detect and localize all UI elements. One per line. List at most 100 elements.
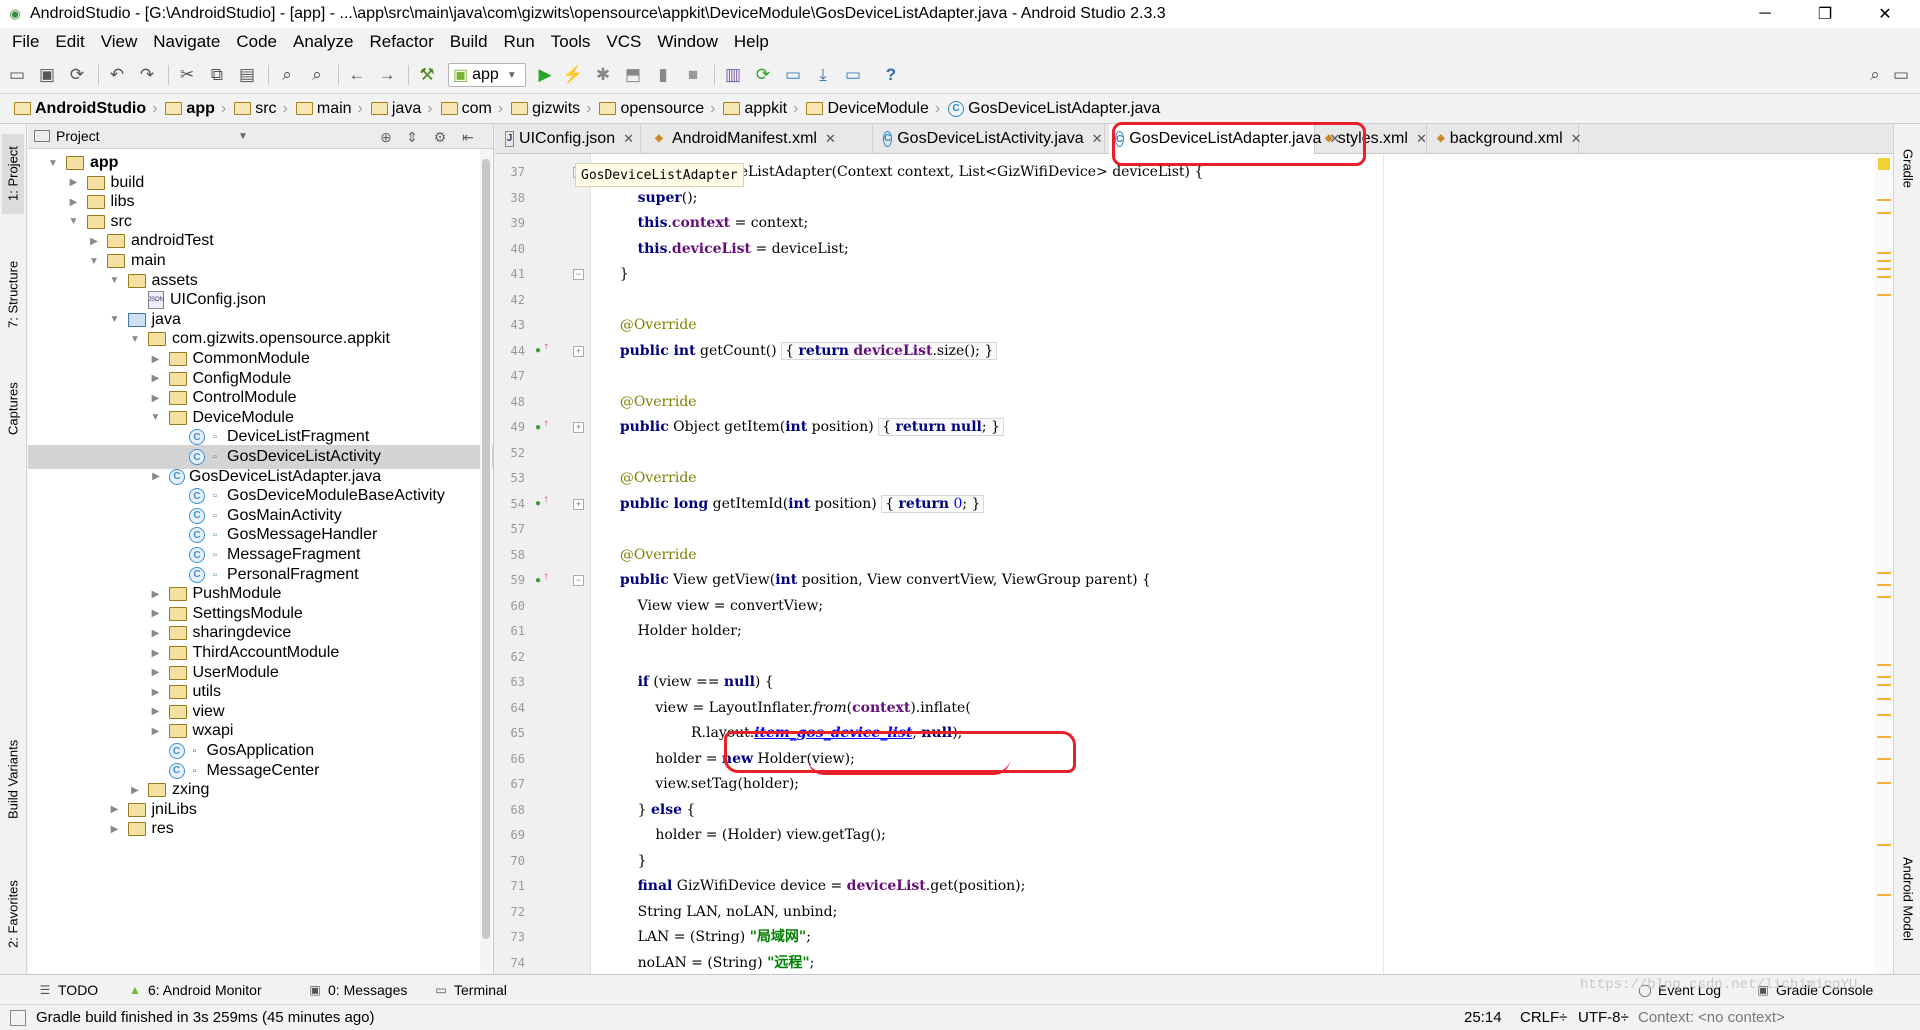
close-tab-icon[interactable]: ✕ <box>1092 131 1103 147</box>
menu-refactor[interactable]: Refactor <box>361 32 441 52</box>
code-line[interactable]: } else { <box>602 798 696 823</box>
code-line[interactable]: String LAN, noLAN, unbind; <box>602 900 838 925</box>
chevron-down-icon[interactable]: ▼ <box>238 131 248 142</box>
warning-marker[interactable] <box>1877 782 1891 784</box>
collapsed-arrow-icon[interactable]: ▶ <box>149 626 163 640</box>
paste-icon[interactable]: ▤ <box>236 64 258 86</box>
code-line[interactable]: @Override <box>602 543 697 568</box>
menu-tools[interactable]: Tools <box>543 32 599 52</box>
close-tab-icon[interactable]: ✕ <box>623 131 634 147</box>
collapsed-arrow-icon[interactable]: ▶ <box>149 685 163 699</box>
warning-marker[interactable] <box>1877 199 1891 201</box>
expanded-arrow-icon[interactable]: ▼ <box>87 254 101 268</box>
code-line[interactable]: super(); <box>602 186 698 211</box>
code-line[interactable]: this.deviceList = deviceList; <box>602 237 849 262</box>
collapsed-arrow-icon[interactable]: ▶ <box>149 587 163 601</box>
editor-tab[interactable]: ◈ background.xml ✕ <box>1431 124 1582 153</box>
gradle-sync-icon[interactable]: ⟳ <box>752 64 774 86</box>
code-line[interactable]: holder = (Holder) view.getTag(); <box>602 823 885 848</box>
fold-marker-icon[interactable]: − <box>573 269 584 280</box>
collapsed-arrow-icon[interactable]: ▶ <box>128 783 142 797</box>
tool-tab-gradle[interactable]: Gradle <box>1897 134 1919 204</box>
collapse-all-icon[interactable]: ⇕ <box>402 127 422 147</box>
sdk-manager-icon[interactable]: ⤓ <box>812 64 834 86</box>
warning-marker[interactable] <box>1877 684 1891 686</box>
help-icon[interactable]: ? <box>880 64 902 86</box>
warning-marker[interactable] <box>1877 758 1891 760</box>
avd-manager-icon[interactable]: ▭ <box>782 64 804 86</box>
code-line[interactable]: public View getView(int position, View c… <box>602 568 1151 593</box>
warning-marker[interactable] <box>1877 268 1891 270</box>
editor-tab[interactable]: ◈ AndroidManifest.xml ✕ <box>645 124 873 153</box>
tool-tab-android-model[interactable]: Android Model <box>1897 834 1919 964</box>
tool-tab-build-variants[interactable]: Build Variants <box>2 724 24 834</box>
menu-run[interactable]: Run <box>496 32 543 52</box>
warning-marker[interactable] <box>1877 596 1891 598</box>
minimize-button[interactable]: ─ <box>1742 0 1788 28</box>
breadcrumb-item[interactable]: java › <box>365 94 435 124</box>
warning-marker[interactable] <box>1877 698 1891 700</box>
close-tab-icon[interactable]: ✕ <box>1416 131 1427 147</box>
run-icon[interactable]: ▶ <box>534 64 556 86</box>
attach-debugger-icon[interactable]: ⬒ <box>622 64 644 86</box>
menu-help[interactable]: Help <box>726 32 777 52</box>
editor-tab[interactable]: C GosDeviceListActivity.java ✕ <box>877 124 1105 153</box>
scroll-from-source-icon[interactable]: ⊕ <box>376 127 396 147</box>
code-line[interactable]: if (view == null) { <box>602 670 774 695</box>
collapsed-arrow-icon[interactable]: ▶ <box>67 195 81 209</box>
warning-marker[interactable] <box>1877 260 1891 262</box>
code-line[interactable]: public int getCount() { return deviceLis… <box>602 339 998 364</box>
code-line[interactable]: } <box>602 262 629 287</box>
maximize-button[interactable]: ❐ <box>1802 0 1848 28</box>
breadcrumb-item[interactable]: main › <box>290 94 365 124</box>
code-line[interactable]: } <box>602 849 647 874</box>
menu-analyze[interactable]: Analyze <box>285 32 361 52</box>
code-editor[interactable]: 37−38394041−424344●↑+474849●↑+525354●↑+5… <box>495 154 1893 974</box>
scrollbar-thumb[interactable] <box>482 159 490 939</box>
code-line[interactable]: Holder holder; <box>602 619 742 644</box>
collapsed-arrow-icon[interactable]: ▶ <box>149 470 163 484</box>
warning-marker[interactable] <box>1877 584 1891 586</box>
collapsed-arrow-icon[interactable]: ▶ <box>149 646 163 660</box>
expanded-arrow-icon[interactable]: ▼ <box>67 215 81 229</box>
redo-icon[interactable]: ↷ <box>136 64 158 86</box>
breadcrumb-item[interactable]: DeviceModule › <box>800 94 942 124</box>
replace-icon[interactable]: ⌕ <box>306 64 328 86</box>
warning-marker[interactable] <box>1877 294 1891 296</box>
code-line[interactable]: @Override <box>602 313 697 338</box>
event-log-toolbar-icon[interactable]: ▭ <box>1890 64 1912 86</box>
error-stripe[interactable] <box>1875 154 1893 974</box>
apply-changes-icon[interactable]: ⚡ <box>562 64 584 86</box>
menu-vcs[interactable]: VCS <box>598 32 649 52</box>
breadcrumb-item[interactable]: com › <box>435 94 506 124</box>
fold-marker-icon[interactable]: − <box>573 575 584 586</box>
warning-marker[interactable] <box>1877 844 1891 846</box>
expanded-arrow-icon[interactable]: ▼ <box>128 332 142 346</box>
collapsed-arrow-icon[interactable]: ▶ <box>67 176 81 190</box>
menu-view[interactable]: View <box>93 32 146 52</box>
code-line[interactable]: this.context = context; <box>602 211 809 236</box>
code-line[interactable]: view = LayoutInflater.from(context).infl… <box>602 696 970 721</box>
breadcrumb-item[interactable]: AndroidStudio › <box>8 94 159 124</box>
tree-item[interactable]: ▶ res <box>28 817 493 841</box>
code-line[interactable]: View view = convertView; <box>602 594 823 619</box>
inspection-status-icon[interactable] <box>1878 158 1890 170</box>
menu-code[interactable]: Code <box>228 32 285 52</box>
stop-icon[interactable]: ■ <box>682 64 704 86</box>
tool-button-messages[interactable]: ▣ 0: Messages <box>308 981 407 999</box>
breadcrumb-item[interactable]: opensource › <box>593 94 717 124</box>
collapsed-arrow-icon[interactable]: ▶ <box>149 372 163 386</box>
code-line[interactable]: public long getItemId(int position) { re… <box>602 492 985 517</box>
code-line[interactable]: noLAN = (String) "远程"; <box>602 951 815 975</box>
undo-icon[interactable]: ↶ <box>106 64 128 86</box>
status-toggle-icon[interactable] <box>10 1010 26 1026</box>
collapsed-arrow-icon[interactable]: ▶ <box>87 234 101 248</box>
breadcrumb-item[interactable]: app › <box>159 94 228 124</box>
warning-marker[interactable] <box>1877 252 1891 254</box>
coverage-icon[interactable]: ▮ <box>652 64 674 86</box>
expanded-arrow-icon[interactable]: ▼ <box>108 274 122 288</box>
save-all-icon[interactable]: ▣ <box>36 64 58 86</box>
tool-button-terminal[interactable]: ▭ Terminal <box>434 981 507 999</box>
expanded-arrow-icon[interactable]: ▼ <box>149 411 163 425</box>
warning-marker[interactable] <box>1877 676 1891 678</box>
